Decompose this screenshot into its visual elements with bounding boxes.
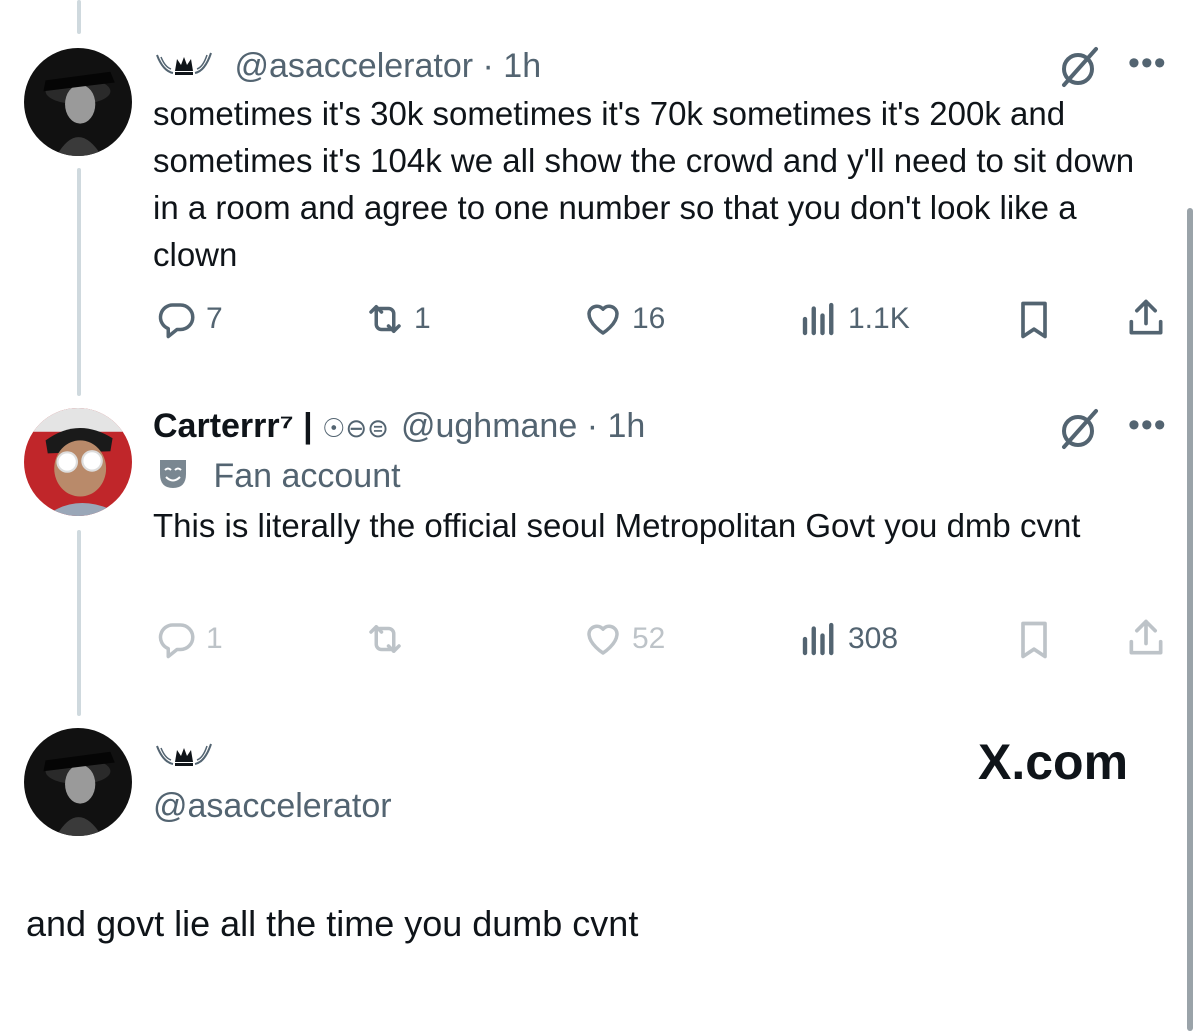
share-icon [1129, 299, 1163, 335]
tweet-time[interactable]: · 1h [587, 407, 646, 445]
avatar-image [24, 48, 132, 156]
crown-wings-icon [153, 740, 215, 775]
repost-icon [369, 305, 401, 333]
like-button[interactable]: 16 [582, 298, 665, 340]
tweet-handle[interactable]: @asaccelerator [234, 47, 473, 85]
avatar-image [24, 728, 132, 836]
grok-icon[interactable] [1058, 407, 1102, 456]
tweet-handle[interactable]: @ughmane [401, 407, 577, 445]
like-icon [587, 624, 619, 655]
views-button[interactable]: 1.1K [798, 298, 910, 340]
profile-badges: ☉⊖⊜ [322, 413, 389, 443]
repost-button[interactable] [364, 618, 414, 660]
like-icon [587, 304, 619, 335]
grok-icon[interactable] [1058, 45, 1102, 94]
reply-count: 7 [206, 302, 223, 335]
views-button[interactable]: 308 [798, 618, 898, 660]
reply-icon [158, 303, 195, 339]
bookmark-icon [1021, 301, 1047, 339]
share-button[interactable] [1124, 616, 1176, 660]
repost-button[interactable]: 1 [364, 298, 431, 340]
bookmark-icon [1021, 621, 1047, 659]
more-icon[interactable]: ••• [1128, 406, 1167, 445]
thread-line-1 [77, 168, 81, 396]
avatar[interactable] [24, 728, 132, 836]
reply-handle[interactable]: @asaccelerator [153, 786, 392, 826]
bookmark-button[interactable] [1012, 618, 1064, 662]
thread-line-2 [77, 530, 81, 716]
fan-account-label: Fan account [158, 456, 401, 499]
share-icon [1129, 619, 1163, 655]
tweet-header: @asaccelerator · 1h [153, 46, 541, 88]
reply-button[interactable]: 1 [156, 618, 223, 660]
reply-text: and govt lie all the time you dumb cvnt [26, 903, 639, 944]
reply-count: 1 [206, 622, 223, 655]
views-icon [802, 302, 834, 336]
reply-button[interactable]: 7 [156, 298, 223, 340]
theater-mask-icon [158, 458, 188, 499]
crown-wings-icon [153, 48, 215, 88]
tweet-text: sometimes it's 30k sometimes it's 70k so… [153, 95, 1135, 273]
thread-line-top [77, 0, 81, 34]
like-button[interactable]: 52 [582, 618, 665, 660]
reply-icon [158, 623, 195, 659]
tweet-header: Carterrr⁷ | ☉⊖⊜ @ughmane · 1h [153, 406, 645, 448]
more-icon[interactable]: ••• [1128, 44, 1167, 83]
share-button[interactable] [1124, 296, 1176, 340]
fan-account-text: Fan account [213, 457, 401, 495]
display-name[interactable]: Carterrr⁷ | [153, 407, 322, 445]
like-count: 16 [632, 302, 666, 335]
views-icon [802, 622, 834, 656]
like-count: 52 [632, 622, 666, 655]
views-count: 308 [848, 622, 899, 655]
tweet-text: This is literally the official seoul Met… [153, 507, 1081, 544]
scrollbar[interactable] [1187, 208, 1193, 1031]
repost-icon [369, 625, 401, 653]
avatar-image [24, 408, 132, 516]
bookmark-button[interactable] [1012, 298, 1064, 342]
avatar[interactable] [24, 408, 132, 516]
repost-count: 1 [414, 302, 431, 335]
views-count: 1.1K [848, 302, 910, 335]
tweet-time[interactable]: · 1h [483, 47, 542, 85]
xcom-logo: X.com [978, 734, 1129, 790]
avatar[interactable] [24, 48, 132, 156]
